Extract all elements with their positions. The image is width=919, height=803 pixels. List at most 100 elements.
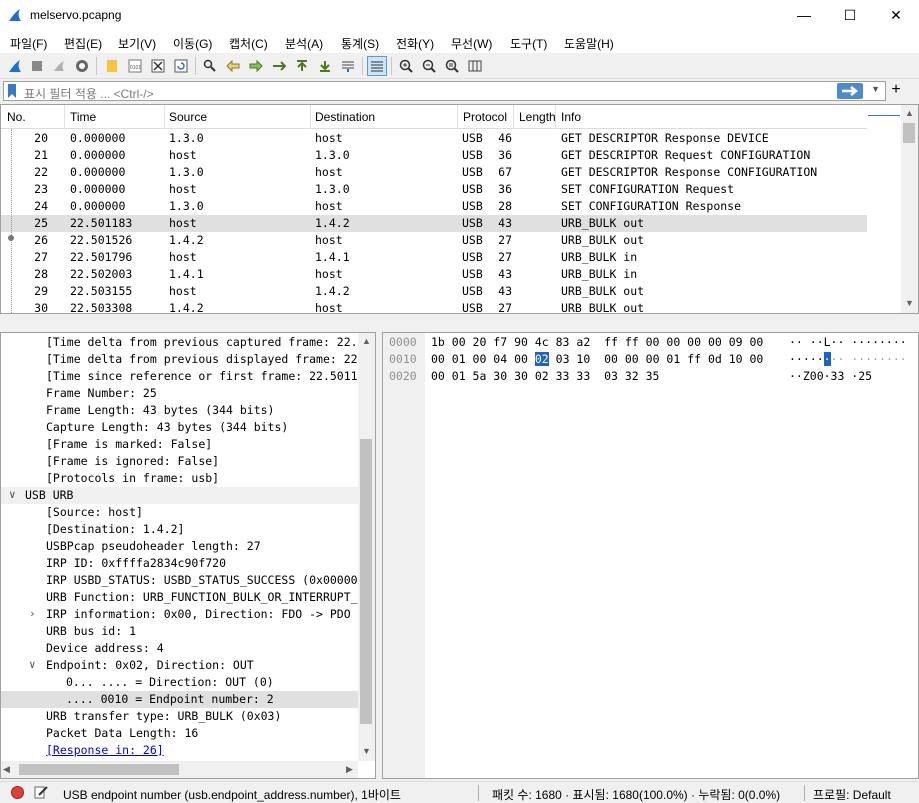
packet-row[interactable]: 24 0.000000 1.3.0 host USB 28 SET CONFIGURATIO… [1, 198, 867, 215]
detail-row[interactable]: [Frame is marked: False] [1, 436, 358, 453]
detail-row[interactable]: [Frame is ignored: False] [1, 453, 358, 470]
go-forward-icon[interactable] [246, 56, 266, 76]
go-to-packet-icon[interactable] [269, 56, 289, 76]
detail-row[interactable]: Frame Number: 25 [1, 385, 358, 402]
close-file-icon[interactable] [148, 56, 168, 76]
restart-capture-icon[interactable] [49, 56, 69, 76]
status-profile[interactable]: 프로필: Default [813, 786, 891, 803]
detail-row[interactable]: URB Function: URB_FUNCTION_BULK_OR_INTER… [1, 589, 358, 606]
detail-row[interactable]: [Source: host] [1, 504, 358, 521]
go-back-icon[interactable] [223, 56, 243, 76]
detail-section-usb-urb[interactable]: ∨ USB URB [1, 487, 358, 504]
detail-row[interactable]: URB bus id: 1 [1, 623, 358, 640]
menu-view[interactable]: 보기(V) [118, 35, 156, 52]
hex-selected-byte[interactable]: 02 [534, 352, 549, 366]
stop-capture-icon[interactable] [27, 56, 47, 76]
col-info[interactable]: Info [561, 110, 581, 124]
menu-wireless[interactable]: 무선(W) [451, 35, 492, 52]
detail-row[interactable]: IRP USBD_STATUS: USBD_STATUS_SUCCESS (0x… [1, 572, 358, 589]
detail-row[interactable]: Packet Data Length: 16 [1, 725, 358, 742]
details-scrollbar[interactable]: ▲ ▼ [358, 333, 375, 761]
detail-row[interactable]: Capture Length: 43 bytes (344 bits) [1, 419, 358, 436]
reload-file-icon[interactable] [171, 56, 191, 76]
details-hscroll-thumb[interactable] [19, 764, 179, 775]
filter-bookmark-icon[interactable] [7, 84, 17, 98]
first-packet-icon[interactable] [292, 56, 312, 76]
packet-row[interactable]: 21 0.000000 host 1.3.0 USB 36 GET DESCRIPTOR R… [1, 147, 867, 164]
packet-row[interactable]: 29 22.503155 host 1.4.2 USB 43 URB_BULK out [1, 283, 867, 300]
detail-row[interactable]: 0... .... = Direction: OUT (0) [1, 674, 358, 691]
detail-row[interactable]: .... 0010 = Endpoint number: 2 [1, 691, 358, 708]
details-hscrollbar[interactable]: ◀ ▶ [1, 761, 358, 778]
colorize-icon[interactable] [367, 56, 387, 76]
edit-comment-icon[interactable] [34, 785, 48, 799]
packet-row[interactable]: 22 0.000000 1.3.0 host USB 67 GET DESCRIPTOR R… [1, 164, 867, 181]
col-time[interactable]: Time [70, 110, 96, 124]
packet-row[interactable]: 25 22.501183 host 1.4.2 USB 43 URB_BULK out [1, 215, 867, 232]
add-filter-button[interactable]: + [889, 80, 903, 100]
packet-row[interactable]: 27 22.501796 host 1.4.1 USB 27 URB_BULK in [1, 249, 867, 266]
packet-row[interactable]: 30 22.503308 1.4.2 host USB 27 URB_BULK out [1, 300, 867, 313]
menu-analyze[interactable]: 분석(A) [285, 35, 323, 52]
menu-statistics[interactable]: 통계(S) [341, 35, 379, 52]
open-file-icon[interactable] [102, 56, 122, 76]
last-packet-icon[interactable] [315, 56, 335, 76]
detail-row[interactable]: Device address: 4 [1, 640, 358, 657]
auto-scroll-icon[interactable] [338, 56, 358, 76]
minimize-button[interactable]: — [781, 0, 827, 31]
detail-row[interactable]: Frame Length: 43 bytes (344 bits) [1, 402, 358, 419]
details-scroll-up-icon[interactable]: ▲ [358, 333, 375, 350]
details-scroll-down-icon[interactable]: ▼ [358, 743, 375, 760]
packet-row[interactable]: 23 0.000000 host 1.3.0 USB 36 SET CONFIGURATIO… [1, 181, 867, 198]
capture-options-icon[interactable] [72, 56, 92, 76]
detail-row[interactable]: › IRP information: 0x00, Direction: FDO -… [1, 606, 358, 623]
col-protocol[interactable]: Protocol [463, 110, 507, 124]
details-scroll-thumb[interactable] [360, 439, 372, 724]
col-length[interactable]: Length [519, 110, 556, 124]
display-filter-input[interactable]: 표시 필터 적용 ... <Ctrl-/> ▼ [3, 81, 886, 101]
menu-tools[interactable]: 도구(T) [510, 35, 547, 52]
scroll-left-icon[interactable]: ◀ [3, 761, 10, 778]
expand-chevron-right-icon[interactable]: › [29, 607, 36, 620]
maximize-button[interactable]: ☐ [827, 0, 873, 31]
menu-help[interactable]: 도움말(H) [564, 35, 614, 52]
detail-row[interactable]: URB transfer type: URB_BULK (0x03) [1, 708, 358, 725]
save-file-icon[interactable]: 0101 [125, 56, 145, 76]
detail-row[interactable]: [Destination: 1.4.2] [1, 521, 358, 538]
menu-go[interactable]: 이동(G) [173, 35, 212, 52]
packet-row[interactable]: 28 22.502003 1.4.1 host USB 43 URB_BULK in [1, 266, 867, 283]
scroll-down-icon[interactable]: ▼ [901, 295, 918, 312]
resize-columns-icon[interactable] [465, 56, 485, 76]
detail-row[interactable]: USBPcap pseudoheader length: 27 [1, 538, 358, 555]
menu-telephony[interactable]: 전화(Y) [396, 35, 434, 52]
detail-row[interactable]: ∨ Endpoint: 0x02, Direction: OUT [1, 657, 358, 674]
detail-row[interactable]: [Time delta from previous captured frame… [1, 334, 358, 351]
menu-file[interactable]: 파일(F) [10, 35, 47, 52]
col-destination[interactable]: Destination [315, 110, 375, 124]
scroll-up-icon[interactable]: ▲ [901, 105, 918, 122]
detail-row[interactable]: IRP ID: 0xffffa2834c90f720 [1, 555, 358, 572]
detail-row[interactable]: [Time delta from previous displayed fram… [1, 351, 358, 368]
menu-capture[interactable]: 캡처(C) [229, 35, 268, 52]
expand-chevron-down-icon[interactable]: ∨ [29, 658, 36, 671]
zoom-in-icon[interactable] [396, 56, 416, 76]
packet-row[interactable]: 26 22.501526 1.4.2 host USB 27 URB_BULK out [1, 232, 867, 249]
scroll-thumb[interactable] [903, 123, 915, 143]
zoom-out-icon[interactable] [419, 56, 439, 76]
detail-row[interactable]: [Response in: 26] [1, 742, 358, 759]
packet-list-scrollbar[interactable]: ▲ ▼ [901, 105, 918, 313]
packet-row[interactable]: 20 0.000000 1.3.0 host USB 46 GET DESCRIPTOR R… [1, 130, 867, 147]
find-packet-icon[interactable] [200, 56, 220, 76]
normal-size-icon[interactable] [442, 56, 462, 76]
expert-info-icon[interactable] [11, 786, 24, 799]
col-no[interactable]: No. [7, 110, 26, 124]
filter-history-dropdown-icon[interactable]: ▼ [871, 84, 880, 94]
detail-row[interactable]: [Protocols in frame: usb] [1, 470, 358, 487]
scroll-right-icon[interactable]: ▶ [346, 761, 353, 778]
start-capture-icon[interactable] [5, 56, 25, 76]
detail-text[interactable]: [Response in: 26] [46, 743, 164, 757]
col-source[interactable]: Source [169, 110, 207, 124]
menu-edit[interactable]: 편집(E) [64, 35, 102, 52]
close-button[interactable]: ✕ [873, 0, 919, 31]
detail-row[interactable]: [Time since reference or first frame: 22… [1, 368, 358, 385]
